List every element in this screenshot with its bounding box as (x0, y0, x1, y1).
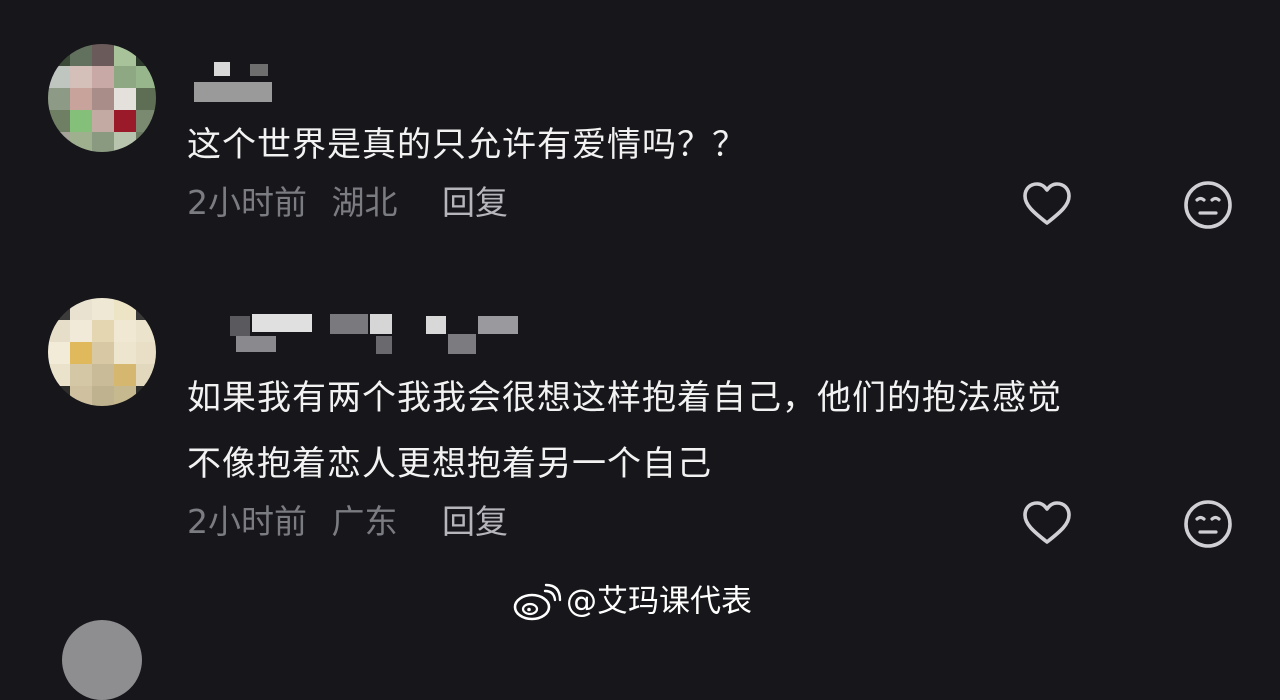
comment-text: 如果我有两个我我会很想这样抱着自己，他们的抱法感觉 不像抱着恋人更想抱着另一个自… (187, 370, 1062, 492)
avatar[interactable] (48, 44, 156, 152)
watermark-text: @艾玛课代表 (566, 583, 752, 620)
comment-meta: 2小时前 湖北 回复 (187, 183, 508, 223)
heart-outline-icon[interactable] (1019, 177, 1075, 233)
comment-text-line: 不像抱着恋人更想抱着另一个自己 (187, 444, 712, 484)
comment-location: 湖北 (331, 183, 398, 222)
comment-text: 这个世界是真的只允许有爱情吗？？ (187, 117, 747, 173)
reply-button[interactable]: 回复 (442, 183, 508, 222)
username-obscured[interactable] (194, 62, 274, 102)
avatar[interactable] (48, 298, 156, 406)
comment-meta: 2小时前 广东 回复 (187, 502, 508, 542)
comment-text-line: 这个世界是真的只允许有爱情吗？？ (187, 125, 747, 165)
avatar[interactable] (62, 620, 142, 700)
meh-face-icon[interactable] (1180, 496, 1236, 552)
heart-outline-icon[interactable] (1019, 496, 1075, 552)
meh-face-icon[interactable] (1180, 177, 1236, 233)
comment-time: 2小时前 (187, 183, 307, 222)
weibo-logo (512, 582, 562, 622)
watermark: @艾玛课代表 (512, 578, 752, 622)
comment-text-line: 如果我有两个我我会很想这样抱着自己，他们的抱法感觉 (187, 378, 1062, 418)
reply-button[interactable]: 回复 (442, 502, 508, 541)
comment-location: 广东 (331, 502, 398, 541)
username-obscured[interactable] (230, 314, 530, 356)
comment-time: 2小时前 (187, 502, 307, 541)
